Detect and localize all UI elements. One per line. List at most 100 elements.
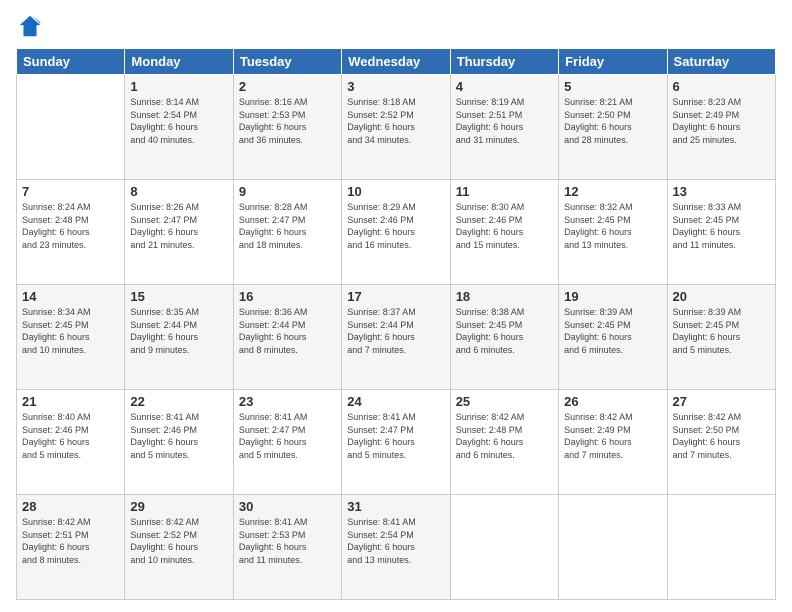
calendar-cell: 3 Sunrise: 8:18 AM Sunset: 2:52 PM Daylig… bbox=[342, 75, 450, 180]
calendar-header: SundayMondayTuesdayWednesdayThursdayFrid… bbox=[17, 49, 776, 75]
calendar-cell: 28 Sunrise: 8:42 AM Sunset: 2:51 PM Dayli… bbox=[17, 495, 125, 600]
calendar-cell: 7Sunrise: 8:24 AM Sunset: 2:48 PM Daylig… bbox=[17, 180, 125, 285]
logo bbox=[16, 12, 48, 40]
calendar-cell: 26 Sunrise: 8:42 AM Sunset: 2:49 PM Dayli… bbox=[559, 390, 667, 495]
day-number: 2 bbox=[239, 79, 336, 94]
day-info: Sunrise: 8:41 AM Sunset: 2:54 PM Dayligh… bbox=[347, 516, 444, 566]
day-number: 24 bbox=[347, 394, 444, 409]
calendar-page: SundayMondayTuesdayWednesdayThursdayFrid… bbox=[0, 0, 792, 612]
day-info: Sunrise: 8:41 AM Sunset: 2:47 PM Dayligh… bbox=[239, 411, 336, 461]
day-info: Sunrise: 8:18 AM Sunset: 2:52 PM Dayligh… bbox=[347, 96, 444, 146]
day-info: Sunrise: 8:42 AM Sunset: 2:52 PM Dayligh… bbox=[130, 516, 227, 566]
day-number: 15 bbox=[130, 289, 227, 304]
weekday-header: Friday bbox=[559, 49, 667, 75]
header bbox=[16, 12, 776, 40]
day-info: Sunrise: 8:21 AM Sunset: 2:50 PM Dayligh… bbox=[564, 96, 661, 146]
day-info: Sunrise: 8:42 AM Sunset: 2:48 PM Dayligh… bbox=[456, 411, 553, 461]
weekday-header: Thursday bbox=[450, 49, 558, 75]
calendar-cell: 4Sunrise: 8:19 AM Sunset: 2:51 PM Daylig… bbox=[450, 75, 558, 180]
calendar-cell: 8 Sunrise: 8:26 AM Sunset: 2:47 PM Daylig… bbox=[125, 180, 233, 285]
day-number: 23 bbox=[239, 394, 336, 409]
calendar-cell: 23 Sunrise: 8:41 AM Sunset: 2:47 PM Dayli… bbox=[233, 390, 341, 495]
day-info: Sunrise: 8:35 AM Sunset: 2:44 PM Dayligh… bbox=[130, 306, 227, 356]
day-number: 25 bbox=[456, 394, 553, 409]
day-info: Sunrise: 8:36 AM Sunset: 2:44 PM Dayligh… bbox=[239, 306, 336, 356]
calendar-week-row: 28 Sunrise: 8:42 AM Sunset: 2:51 PM Dayli… bbox=[17, 495, 776, 600]
weekday-header: Sunday bbox=[17, 49, 125, 75]
calendar-cell: 25 Sunrise: 8:42 AM Sunset: 2:48 PM Dayli… bbox=[450, 390, 558, 495]
calendar-cell: 19 Sunrise: 8:39 AM Sunset: 2:45 PM Dayli… bbox=[559, 285, 667, 390]
calendar-cell bbox=[559, 495, 667, 600]
calendar-cell bbox=[667, 495, 775, 600]
calendar-cell: 30Sunrise: 8:41 AM Sunset: 2:53 PM Dayli… bbox=[233, 495, 341, 600]
day-info: Sunrise: 8:39 AM Sunset: 2:45 PM Dayligh… bbox=[673, 306, 770, 356]
day-number: 4 bbox=[456, 79, 553, 94]
calendar-cell: 16 Sunrise: 8:36 AM Sunset: 2:44 PM Dayli… bbox=[233, 285, 341, 390]
weekday-header: Wednesday bbox=[342, 49, 450, 75]
day-info: Sunrise: 8:42 AM Sunset: 2:49 PM Dayligh… bbox=[564, 411, 661, 461]
calendar-cell: 2 Sunrise: 8:16 AM Sunset: 2:53 PM Daylig… bbox=[233, 75, 341, 180]
weekday-row: SundayMondayTuesdayWednesdayThursdayFrid… bbox=[17, 49, 776, 75]
day-info: Sunrise: 8:33 AM Sunset: 2:45 PM Dayligh… bbox=[673, 201, 770, 251]
calendar-cell: 6Sunrise: 8:23 AM Sunset: 2:49 PM Daylig… bbox=[667, 75, 775, 180]
day-info: Sunrise: 8:32 AM Sunset: 2:45 PM Dayligh… bbox=[564, 201, 661, 251]
calendar-cell: 20 Sunrise: 8:39 AM Sunset: 2:45 PM Dayli… bbox=[667, 285, 775, 390]
calendar-cell: 21 Sunrise: 8:40 AM Sunset: 2:46 PM Dayli… bbox=[17, 390, 125, 495]
day-info: Sunrise: 8:16 AM Sunset: 2:53 PM Dayligh… bbox=[239, 96, 336, 146]
day-number: 16 bbox=[239, 289, 336, 304]
day-info: Sunrise: 8:42 AM Sunset: 2:50 PM Dayligh… bbox=[673, 411, 770, 461]
day-info: Sunrise: 8:14 AM Sunset: 2:54 PM Dayligh… bbox=[130, 96, 227, 146]
day-info: Sunrise: 8:37 AM Sunset: 2:44 PM Dayligh… bbox=[347, 306, 444, 356]
day-number: 31 bbox=[347, 499, 444, 514]
day-number: 6 bbox=[673, 79, 770, 94]
day-number: 13 bbox=[673, 184, 770, 199]
calendar-cell: 31 Sunrise: 8:41 AM Sunset: 2:54 PM Dayli… bbox=[342, 495, 450, 600]
day-number: 28 bbox=[22, 499, 119, 514]
calendar-cell: 1 Sunrise: 8:14 AM Sunset: 2:54 PM Daylig… bbox=[125, 75, 233, 180]
day-number: 26 bbox=[564, 394, 661, 409]
calendar-cell: 11 Sunrise: 8:30 AM Sunset: 2:46 PM Dayli… bbox=[450, 180, 558, 285]
day-info: Sunrise: 8:24 AM Sunset: 2:48 PM Dayligh… bbox=[22, 201, 119, 251]
day-number: 5 bbox=[564, 79, 661, 94]
day-info: Sunrise: 8:26 AM Sunset: 2:47 PM Dayligh… bbox=[130, 201, 227, 251]
day-info: Sunrise: 8:34 AM Sunset: 2:45 PM Dayligh… bbox=[22, 306, 119, 356]
calendar-cell bbox=[17, 75, 125, 180]
day-info: Sunrise: 8:39 AM Sunset: 2:45 PM Dayligh… bbox=[564, 306, 661, 356]
day-info: Sunrise: 8:42 AM Sunset: 2:51 PM Dayligh… bbox=[22, 516, 119, 566]
day-info: Sunrise: 8:40 AM Sunset: 2:46 PM Dayligh… bbox=[22, 411, 119, 461]
day-number: 20 bbox=[673, 289, 770, 304]
calendar-body: 1 Sunrise: 8:14 AM Sunset: 2:54 PM Daylig… bbox=[17, 75, 776, 600]
calendar-cell bbox=[450, 495, 558, 600]
day-info: Sunrise: 8:41 AM Sunset: 2:46 PM Dayligh… bbox=[130, 411, 227, 461]
day-number: 1 bbox=[130, 79, 227, 94]
calendar-cell: 10Sunrise: 8:29 AM Sunset: 2:46 PM Dayli… bbox=[342, 180, 450, 285]
weekday-header: Saturday bbox=[667, 49, 775, 75]
day-info: Sunrise: 8:30 AM Sunset: 2:46 PM Dayligh… bbox=[456, 201, 553, 251]
day-number: 19 bbox=[564, 289, 661, 304]
day-number: 3 bbox=[347, 79, 444, 94]
day-number: 12 bbox=[564, 184, 661, 199]
calendar-cell: 27Sunrise: 8:42 AM Sunset: 2:50 PM Dayli… bbox=[667, 390, 775, 495]
calendar-cell: 13 Sunrise: 8:33 AM Sunset: 2:45 PM Dayli… bbox=[667, 180, 775, 285]
calendar-cell: 15 Sunrise: 8:35 AM Sunset: 2:44 PM Dayli… bbox=[125, 285, 233, 390]
day-number: 14 bbox=[22, 289, 119, 304]
day-number: 21 bbox=[22, 394, 119, 409]
calendar-cell: 29 Sunrise: 8:42 AM Sunset: 2:52 PM Dayli… bbox=[125, 495, 233, 600]
day-info: Sunrise: 8:29 AM Sunset: 2:46 PM Dayligh… bbox=[347, 201, 444, 251]
calendar-cell: 5 Sunrise: 8:21 AM Sunset: 2:50 PM Daylig… bbox=[559, 75, 667, 180]
day-number: 11 bbox=[456, 184, 553, 199]
day-number: 29 bbox=[130, 499, 227, 514]
weekday-header: Monday bbox=[125, 49, 233, 75]
weekday-header: Tuesday bbox=[233, 49, 341, 75]
calendar-week-row: 14 Sunrise: 8:34 AM Sunset: 2:45 PM Dayli… bbox=[17, 285, 776, 390]
day-number: 8 bbox=[130, 184, 227, 199]
day-info: Sunrise: 8:38 AM Sunset: 2:45 PM Dayligh… bbox=[456, 306, 553, 356]
day-info: Sunrise: 8:41 AM Sunset: 2:53 PM Dayligh… bbox=[239, 516, 336, 566]
calendar-week-row: 1 Sunrise: 8:14 AM Sunset: 2:54 PM Daylig… bbox=[17, 75, 776, 180]
day-number: 18 bbox=[456, 289, 553, 304]
calendar-week-row: 7Sunrise: 8:24 AM Sunset: 2:48 PM Daylig… bbox=[17, 180, 776, 285]
calendar-cell: 18 Sunrise: 8:38 AM Sunset: 2:45 PM Dayli… bbox=[450, 285, 558, 390]
day-info: Sunrise: 8:28 AM Sunset: 2:47 PM Dayligh… bbox=[239, 201, 336, 251]
calendar-week-row: 21 Sunrise: 8:40 AM Sunset: 2:46 PM Dayli… bbox=[17, 390, 776, 495]
day-number: 22 bbox=[130, 394, 227, 409]
